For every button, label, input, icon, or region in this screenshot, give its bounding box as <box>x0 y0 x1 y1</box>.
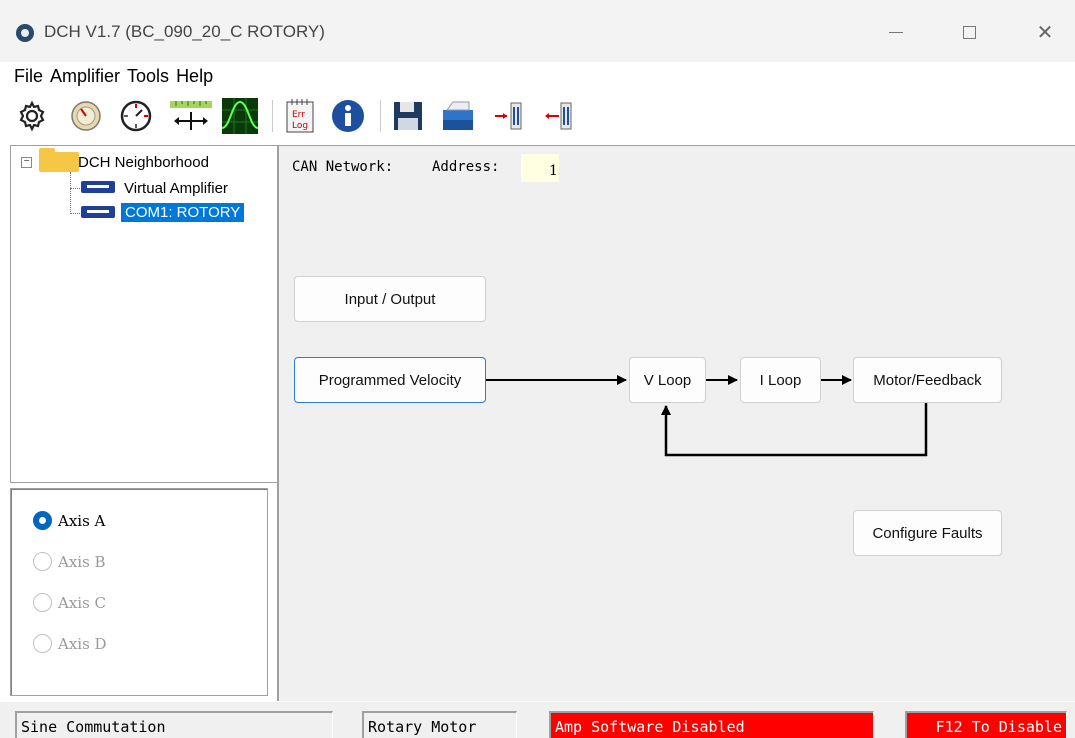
ruler-move-icon[interactable] <box>168 98 214 134</box>
radio-icon[interactable] <box>33 552 52 571</box>
radio-icon[interactable] <box>33 593 52 612</box>
axis-label: Axis A <box>58 511 106 530</box>
motor-feedback-button[interactable]: Motor/Feedback <box>853 357 1002 403</box>
menu-file[interactable]: File <box>14 66 43 87</box>
window-title: DCH V1.7 (BC_090_20_C ROTORY) <box>44 22 325 41</box>
menu-bar: File Amplifier Tools Help <box>0 62 1075 90</box>
axis-d-option[interactable]: Axis D <box>33 634 107 653</box>
status-commutation: Sine Commutation <box>15 711 333 738</box>
menu-tools[interactable]: Tools <box>127 66 169 87</box>
address-label: Address: <box>432 159 500 175</box>
block-diagram-arrows <box>486 375 928 457</box>
radio-checked-icon[interactable] <box>33 511 52 530</box>
menu-amplifier[interactable]: Amplifier <box>50 66 120 87</box>
address-value: 1 <box>521 154 559 182</box>
close-icon: ✕ <box>1036 21 1054 44</box>
amplifier-icon <box>81 206 115 218</box>
open-icon[interactable] <box>440 98 476 134</box>
minimize-icon <box>889 31 903 33</box>
tree-item-virtual-amplifier[interactable]: Virtual Amplifier <box>124 180 228 197</box>
toolbar-separator <box>380 100 381 132</box>
main-panel: CAN Network: Address: 1 Input / Output P… <box>277 145 1075 701</box>
app-icon <box>16 24 34 42</box>
title-bar: DCH V1.7 (BC_090_20_C ROTORY) ✕ <box>0 0 1075 62</box>
download-icon[interactable] <box>540 98 576 134</box>
input-output-button[interactable]: Input / Output <box>294 276 486 322</box>
error-log-icon[interactable]: Err Log <box>282 98 318 134</box>
axis-a-option[interactable]: Axis A <box>33 511 105 530</box>
axis-c-option[interactable]: Axis C <box>33 593 106 612</box>
tree-item-com1[interactable]: COM1: ROTORY <box>121 203 245 222</box>
menu-help[interactable]: Help <box>176 66 213 87</box>
device-tree: − DCH Neighborhood Virtual Amplifier COM… <box>10 145 278 483</box>
radio-icon[interactable] <box>33 634 52 653</box>
save-icon[interactable] <box>390 98 426 134</box>
tree-collapse-toggle[interactable]: − <box>21 157 32 168</box>
toolbar: Err Log <box>0 92 1075 144</box>
clock-icon[interactable] <box>118 98 154 134</box>
programmed-velocity-button[interactable]: Programmed Velocity <box>294 357 486 403</box>
maximize-icon <box>962 25 976 39</box>
status-bar: Sine Commutation Rotary Motor Amp Softwa… <box>0 702 1075 738</box>
minimize-button[interactable] <box>873 14 919 50</box>
upload-icon[interactable] <box>490 98 526 134</box>
status-motor: Rotary Motor <box>362 711 517 738</box>
axis-label: Axis B <box>58 552 106 571</box>
folder-icon <box>39 148 79 172</box>
feedback-loop-arrow <box>661 402 928 457</box>
info-icon[interactable] <box>330 98 366 134</box>
amplifier-icon <box>81 181 115 193</box>
axis-label: Axis C <box>58 593 107 612</box>
axis-b-option[interactable]: Axis B <box>33 552 106 571</box>
tree-connector <box>70 172 71 214</box>
status-amp-state: Amp Software Disabled <box>549 711 874 738</box>
gear-icon[interactable] <box>14 98 50 134</box>
svg-text:Log: Log <box>292 121 308 131</box>
status-hint: F12 To Disable <box>905 711 1067 738</box>
gauge-icon[interactable] <box>68 98 104 134</box>
v-loop-button[interactable]: V Loop <box>629 357 706 403</box>
can-network-label: CAN Network: <box>292 159 394 175</box>
configure-faults-button[interactable]: Configure Faults <box>853 510 1002 556</box>
axis-selector: Axis A Axis B Axis C Axis D <box>10 488 268 696</box>
close-button[interactable]: ✕ <box>1022 14 1068 50</box>
tree-root-label[interactable]: DCH Neighborhood <box>78 154 209 171</box>
maximize-button[interactable] <box>946 14 992 50</box>
toolbar-separator <box>272 100 273 132</box>
i-loop-button[interactable]: I Loop <box>740 357 821 403</box>
svg-text:Err: Err <box>292 110 305 120</box>
axis-label: Axis D <box>58 634 107 653</box>
scope-icon[interactable] <box>222 98 258 134</box>
